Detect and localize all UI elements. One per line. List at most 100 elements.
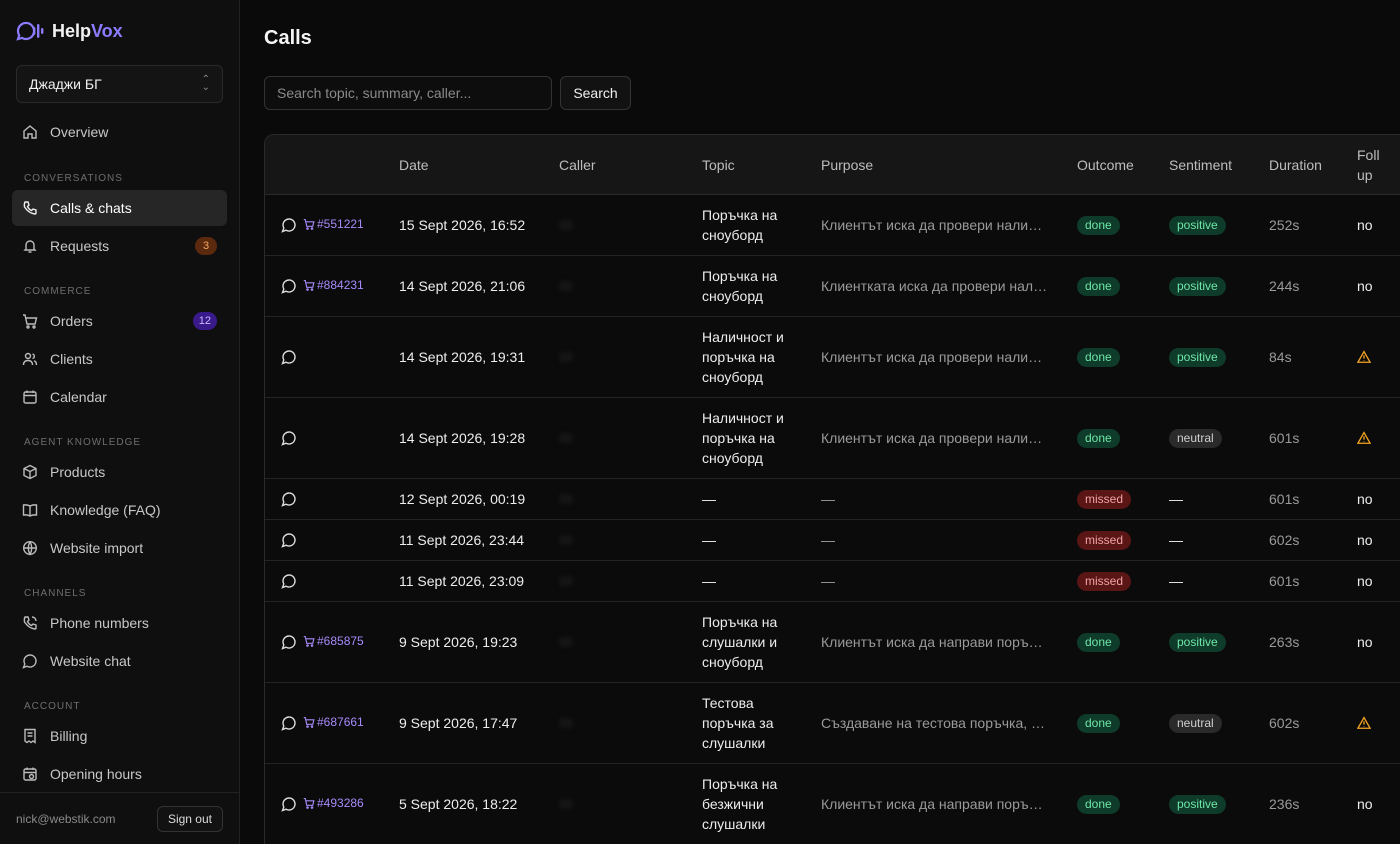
caller-redacted <box>559 718 573 728</box>
page-title: Calls <box>264 27 312 49</box>
table-row[interactable]: #884231 14 Sept 2026, 21:06 Поръчка на сно… <box>265 256 1400 317</box>
sentiment-cell: neutral <box>1169 398 1222 478</box>
table-row[interactable]: #687661 9 Sept 2026, 17:47 Тестова поръчка… <box>265 683 1400 764</box>
sidebar-item-label: Overview <box>50 124 109 140</box>
topic-text: Поръчка на сноуборд <box>702 268 778 304</box>
table-row[interactable]: 11 Sept 2026, 23:44 — — missed — 602s no <box>265 520 1400 561</box>
table-row[interactable]: 11 Sept 2026, 23:09 — — missed — 601s no <box>265 561 1400 602</box>
sidebar-item-website-import[interactable]: Website import <box>12 530 227 566</box>
channel-cell <box>281 317 297 397</box>
column-header-purpose[interactable]: Purpose <box>821 135 873 195</box>
brand-logo[interactable]: HelpVox <box>16 19 123 43</box>
order-link[interactable]: #687661 <box>303 715 364 729</box>
date-cell: 11 Sept 2026, 23:44 <box>399 532 525 548</box>
sidebar-item-billing[interactable]: Billing <box>12 718 227 754</box>
caller-redacted <box>559 576 573 586</box>
outcome-cell: done <box>1077 317 1120 397</box>
caller-cell <box>559 398 573 478</box>
sentiment-cell: positive <box>1169 317 1226 397</box>
sidebar-item-website-chat[interactable]: Website chat <box>12 643 227 679</box>
sidebar-item-label: Orders <box>50 313 93 329</box>
topic-text: Поръчка на слушалки и сноуборд <box>702 614 778 670</box>
caller-cell <box>559 520 573 560</box>
helpvox-logo-icon <box>16 21 44 41</box>
sidebar-item-knowledge-faq[interactable]: Knowledge (FAQ) <box>12 492 227 528</box>
sidebar-item-calls-chats[interactable]: Calls & chats <box>12 190 227 226</box>
sidebar-item-overview[interactable]: Overview <box>12 114 227 150</box>
follow-up-cell: no <box>1357 491 1373 507</box>
warning-icon <box>1357 716 1371 729</box>
channel-cell <box>281 479 297 519</box>
order-link[interactable]: #551221 <box>303 217 364 231</box>
sentiment-cell: — <box>1169 532 1183 548</box>
column-header-topic[interactable]: Topic <box>702 135 735 195</box>
table-row[interactable]: 14 Sept 2026, 19:31 Наличност и поръчка н… <box>265 317 1400 398</box>
cart-icon <box>23 314 38 329</box>
outcome-cell: done <box>1077 683 1120 763</box>
sidebar-item-requests[interactable]: Requests 3 <box>12 228 227 264</box>
sign-out-button[interactable]: Sign out <box>156 805 223 832</box>
order-link[interactable]: #685875 <box>303 634 364 648</box>
chat-bubble-icon <box>281 492 296 507</box>
sentiment-badge: positive <box>1169 347 1226 367</box>
order-link[interactable]: #884231 <box>303 278 364 292</box>
user-email: nick@webstik.com <box>16 811 116 826</box>
search-button[interactable]: Search <box>560 76 631 110</box>
organization-select[interactable]: Джаджи БГ ⌃ ⌄ <box>16 65 223 103</box>
topic-cell: Поръчка на сноуборд <box>702 195 802 255</box>
column-header-follow-up[interactable]: Follow up <box>1357 135 1379 195</box>
sidebar-item-orders[interactable]: Orders 12 <box>12 303 227 339</box>
sidebar-item-products[interactable]: Products <box>12 454 227 490</box>
chat-bubble-icon <box>281 533 296 548</box>
caller-cell <box>559 561 573 601</box>
channel-cell: #685875 <box>281 602 364 682</box>
calls-table: Date Caller Topic Purpose Outcome Sentim… <box>264 134 1400 844</box>
table-row[interactable]: 14 Sept 2026, 19:28 Наличност и поръчка н… <box>265 398 1400 479</box>
purpose-cell: Клиентът иска да направи поръчка на слуш… <box>821 764 1049 844</box>
column-header-duration[interactable]: Duration <box>1269 135 1322 195</box>
globe-icon <box>22 540 38 556</box>
column-header-caller[interactable]: Caller <box>559 135 596 195</box>
table-row[interactable]: #493286 5 Sept 2026, 18:22 Поръчка на безж… <box>265 764 1400 844</box>
column-header-date[interactable]: Date <box>399 135 429 195</box>
chat-bubble-icon <box>22 654 37 669</box>
date-cell: 9 Sept 2026, 17:47 <box>399 715 518 731</box>
sidebar-item-calendar[interactable]: Calendar <box>12 379 227 415</box>
sidebar-item-label: Phone numbers <box>50 615 149 631</box>
sentiment-badge: positive <box>1169 215 1226 235</box>
column-header-outcome[interactable]: Outcome <box>1077 135 1134 195</box>
phone-icon <box>23 201 37 215</box>
sentiment-badge: positive <box>1169 276 1226 296</box>
caller-cell <box>559 195 573 255</box>
topic-cell: Поръчка на безжични слушалки <box>702 764 802 844</box>
caller-cell <box>559 317 573 397</box>
purpose-text: Клиентът иска да направи поръчка на слуш… <box>821 796 1049 812</box>
date-cell: 11 Sept 2026, 23:09 <box>399 573 525 589</box>
cart-icon <box>303 716 315 728</box>
table-row[interactable]: 12 Sept 2026, 00:19 — — missed — 601s no <box>265 479 1400 520</box>
column-header-sentiment[interactable]: Sentiment <box>1169 135 1232 195</box>
order-number: #493286 <box>317 795 364 810</box>
date-cell: 14 Sept 2026, 21:06 <box>399 278 526 294</box>
outcome-badge: done <box>1077 632 1120 652</box>
outcome-badge: done <box>1077 713 1120 733</box>
purpose-cell: Клиентът иска да провери наличност на сн… <box>821 195 1049 255</box>
outcome-cell: missed <box>1077 561 1132 601</box>
table-row[interactable]: #685875 9 Sept 2026, 19:23 Поръчка на слуш… <box>265 602 1400 683</box>
outcome-badge: missed <box>1077 571 1132 591</box>
sidebar-item-opening-hours[interactable]: Opening hours <box>12 756 227 792</box>
outcome-badge: missed <box>1077 530 1132 550</box>
purpose-text: — <box>821 573 835 589</box>
follow-up-cell <box>1357 683 1371 763</box>
search-input[interactable] <box>264 76 552 110</box>
order-link[interactable]: #493286 <box>303 796 364 810</box>
caller-redacted <box>559 433 573 443</box>
channel-cell <box>281 520 297 560</box>
outcome-cell: done <box>1077 256 1120 316</box>
brand-name-help: Help <box>52 20 92 41</box>
outcome-badge: missed <box>1077 489 1132 509</box>
sidebar-item-clients[interactable]: Clients <box>12 341 227 377</box>
sidebar-item-phone-numbers[interactable]: Phone numbers <box>12 605 227 641</box>
sentiment-badge: positive <box>1169 794 1226 814</box>
table-row[interactable]: #551221 15 Sept 2026, 16:52 Поръчка на сно… <box>265 195 1400 256</box>
